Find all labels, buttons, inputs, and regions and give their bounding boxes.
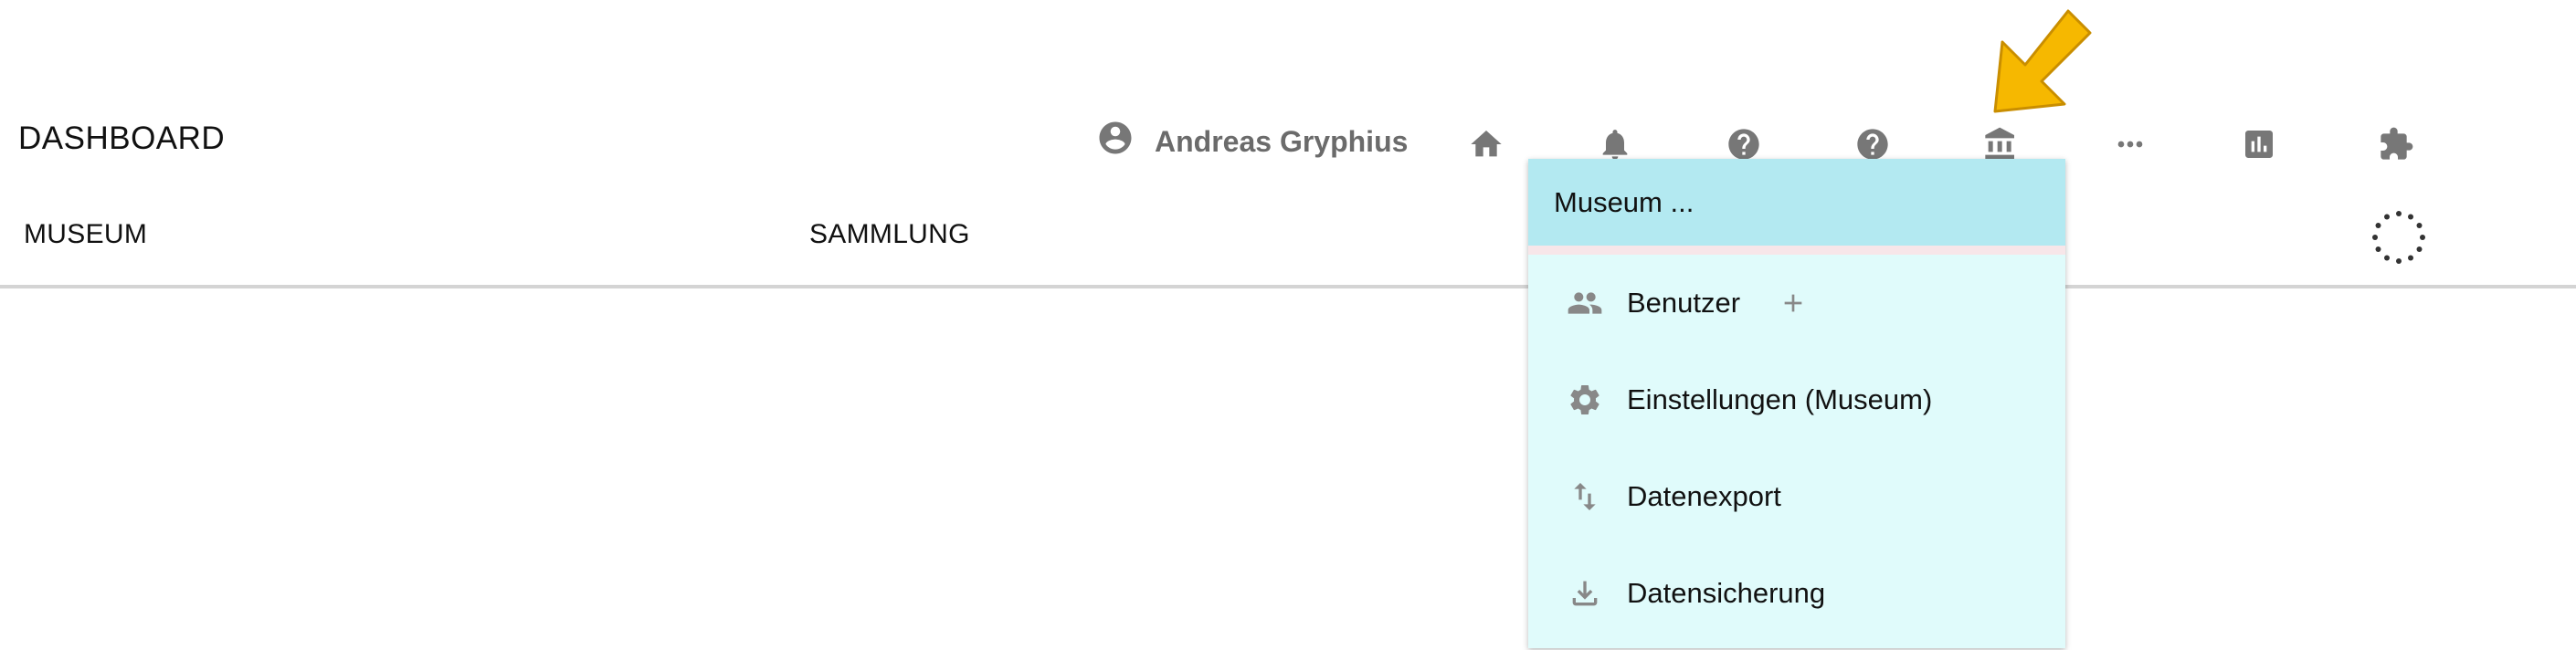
menu-item-einstellungen[interactable]: Einstellungen (Museum) bbox=[1528, 351, 2065, 448]
more-horiz-icon[interactable] bbox=[2110, 124, 2150, 164]
app-root: DASHBOARD Andreas Gryphius MUSEUM SAMMLU… bbox=[0, 0, 2576, 650]
loading-spinner bbox=[2372, 211, 2425, 264]
tab-museum[interactable]: MUSEUM bbox=[24, 219, 147, 250]
account-circle-icon bbox=[1096, 119, 1135, 164]
user-name: Andreas Gryphius bbox=[1155, 124, 1409, 158]
swap-vert-icon bbox=[1567, 478, 1603, 515]
tab-sammlung[interactable]: SAMMLUNG bbox=[809, 219, 970, 250]
menu-item-datensicherung[interactable]: Datensicherung bbox=[1528, 545, 2065, 642]
bar-chart-icon[interactable] bbox=[2239, 124, 2279, 164]
gear-icon bbox=[1567, 382, 1603, 418]
menu-item-label: Datenexport bbox=[1627, 480, 1781, 512]
menu-item-label: Datensicherung bbox=[1627, 577, 1826, 609]
home-icon[interactable] bbox=[1466, 124, 1506, 164]
menu-item-benutzer[interactable]: Benutzer bbox=[1528, 255, 2065, 351]
menu-item-datenexport[interactable]: Datenexport bbox=[1528, 448, 2065, 545]
menu-item-label: Benutzer bbox=[1627, 287, 1741, 319]
museum-dropdown-menu: Museum ... Benutzer Einstellungen (Museu… bbox=[1528, 159, 2065, 648]
download-icon bbox=[1567, 575, 1603, 612]
menu-item-label: Einstellungen (Museum) bbox=[1627, 383, 1933, 415]
tab-divider bbox=[0, 285, 2576, 288]
puzzle-icon[interactable] bbox=[2376, 124, 2416, 164]
user-account[interactable]: Andreas Gryphius bbox=[1096, 119, 1408, 164]
menu-header: Museum ... bbox=[1528, 159, 2065, 255]
page-title: DASHBOARD bbox=[18, 121, 226, 156]
add-user-icon[interactable] bbox=[1779, 288, 1808, 318]
highlight-arrow bbox=[1993, 9, 2092, 113]
people-icon bbox=[1567, 285, 1603, 321]
